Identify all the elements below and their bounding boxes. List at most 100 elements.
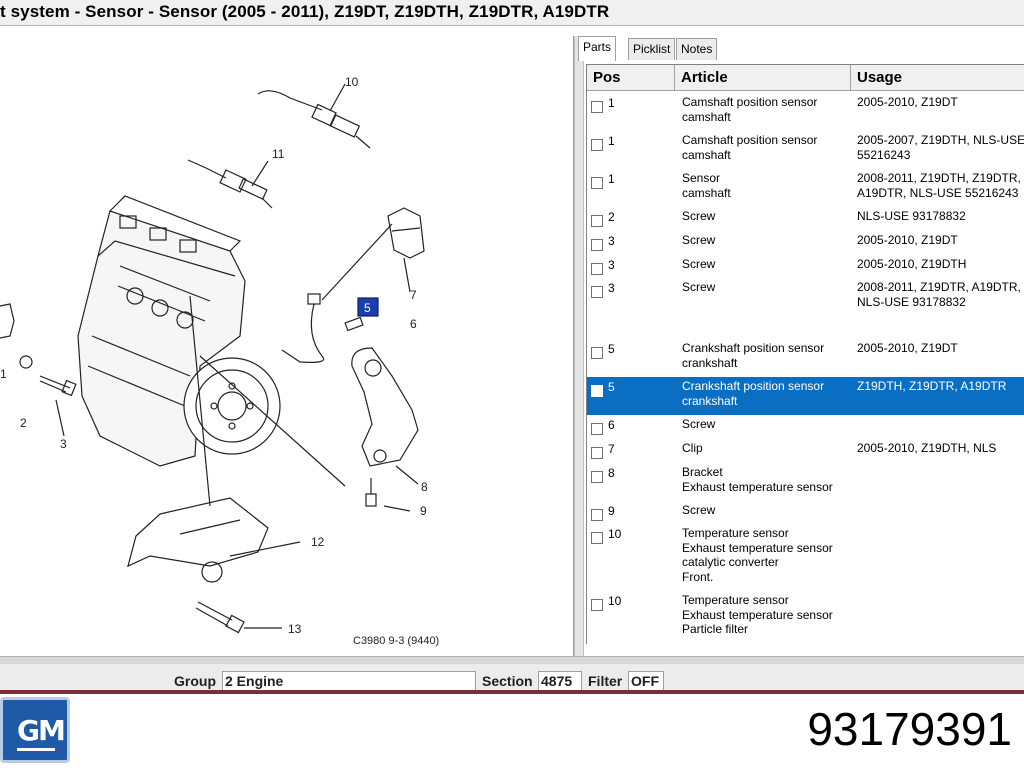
row-checkbox[interactable] [591,509,603,521]
row-article: Screw [682,257,716,271]
row-usage: NLS-USE 93178832 [857,209,966,223]
table-row[interactable]: 10 Temperature sensor Exhaust temperature… [587,591,1024,641]
row-article: Clip [682,441,703,455]
row-article: Screw [682,209,716,223]
callout-6[interactable]: 6 [410,317,417,331]
row-pos: 1 [608,134,615,148]
tab-parts[interactable]: Parts [578,36,617,61]
table-row[interactable]: 3 Screw 2005-2010, Z19DT [587,231,1024,255]
engine-diagram-drawing: 10 11 7 5 6 1 2 3 8 9 12 13 C3980 9-3 (9… [0,75,439,647]
panel-splitter[interactable] [574,36,584,656]
tab-notes[interactable]: Notes [676,38,718,60]
table-row[interactable]: 10 Temperature sensor Exhaust temperature… [587,524,1024,591]
row-article: Screw [682,503,716,517]
column-header-usage[interactable]: Usage [851,65,1024,91]
callout-10[interactable]: 10 [345,75,359,89]
table-row[interactable]: 1 Camshaft position sensor camshaft 2005-2… [587,93,1024,131]
diagram-caption: C3980 9-3 (9440) [353,635,439,647]
row-article: Crankshaft position sensor crankshaft [682,379,825,408]
callout-2[interactable]: 2 [20,416,27,430]
row-pos: 1 [608,96,615,110]
callout-7[interactable]: 7 [410,288,417,302]
filter-label: Filter [588,673,623,689]
row-article: Screw [682,280,716,294]
row-pos: 5 [608,380,615,394]
row-article: Bracket Exhaust temperature sensor [682,465,833,494]
callout-9[interactable]: 9 [420,504,427,518]
section-field[interactable]: 4875 [538,671,582,691]
column-header-pos[interactable]: Pos [587,65,675,91]
row-checkbox[interactable] [591,263,603,275]
table-row[interactable]: 5 Crankshaft position sensor crankshaft 20… [587,339,1024,377]
row-checkbox[interactable] [591,423,603,435]
row-checkbox[interactable] [591,599,603,611]
row-checkbox[interactable] [591,286,603,298]
callout-13[interactable]: 13 [288,622,302,636]
group-label: Group [174,673,216,689]
row-usage: 2005-2010, Z19DTH, NLS [857,441,997,455]
row-checkbox[interactable] [591,447,603,459]
callout-11[interactable]: 11 [272,147,285,161]
row-pos: 3 [608,258,615,272]
tab-picklist[interactable]: Picklist [628,38,676,60]
row-pos: 9 [608,504,615,518]
row-pos: 3 [608,234,615,248]
row-pos: 1 [608,172,615,186]
row-article: Screw [682,417,716,431]
footer: GM 93179391 [0,694,1024,768]
column-header-article[interactable]: Article [675,65,851,91]
row-usage: 2005-2010, Z19DTH [857,257,967,271]
row-checkbox[interactable] [591,139,603,151]
section-label: Section [482,673,533,689]
group-field[interactable]: 2 Engine [222,671,476,691]
row-checkbox[interactable] [591,177,603,189]
row-pos: 2 [608,210,615,224]
row-article: Camshaft position sensor camshaft [682,95,818,124]
row-checkbox[interactable] [591,385,603,397]
table-row[interactable]: 1 Camshaft position sensor camshaft 2005-2… [587,131,1024,169]
row-checkbox[interactable] [591,347,603,359]
row-checkbox[interactable] [591,239,603,251]
table-row[interactable]: 8 Bracket Exhaust temperature sensor [587,463,1024,501]
table-row[interactable]: 7 Clip 2005-2010, Z19DTH, NLS [587,439,1024,463]
callout-12[interactable]: 12 [311,535,325,549]
row-pos: 8 [608,466,615,480]
row-checkbox[interactable] [591,215,603,227]
row-article: Sensor camshaft [682,171,731,200]
callout-5[interactable]: 5 [364,301,371,315]
row-pos: 10 [608,527,622,541]
table-row[interactable]: 3 Screw 2005-2010, Z19DTH [587,255,1024,278]
callout-8[interactable]: 8 [421,480,428,494]
row-usage: 2005-2007, Z19DTH, NLS-USE 55216243 [857,133,1024,162]
exploded-diagram[interactable]: 10 11 7 5 6 1 2 3 8 9 12 13 C3980 9-3 (9… [0,36,574,656]
window-titlebar: t system - Sensor - Sensor (2005 - 2011)… [0,0,1024,26]
table-row[interactable]: 9 Screw [587,501,1024,524]
row-pos: 10 [608,594,622,608]
row-usage: 2008-2011, Z19DTR, A19DTR, NLS-USE 93178… [857,280,1021,309]
row-usage: Z19DTH, Z19DTR, A19DTR [857,379,1007,393]
row-pos: 3 [608,281,615,295]
flywheel-shape [183,357,281,455]
horizontal-scrollbar[interactable] [0,656,1024,664]
row-usage: 2008-2011, Z19DTH, Z19DTR, A19DTR, NLS-U… [857,171,1021,200]
row-pos: 7 [608,442,615,456]
part-number: 93179391 [807,703,1012,755]
row-pos: 5 [608,342,615,356]
row-checkbox[interactable] [591,532,603,544]
filter-field[interactable]: OFF [628,671,664,691]
row-usage: 2005-2010, Z19DT [857,95,958,109]
table-row[interactable]: 5 Crankshaft position sensor crankshaft Z1… [587,377,1024,415]
table-row[interactable]: 2 Screw NLS-USE 93178832 [587,207,1024,231]
row-usage: 2005-2010, Z19DT [857,233,958,247]
row-checkbox[interactable] [591,101,603,113]
gm-logo-text: GM [17,714,66,747]
table-row[interactable]: 1 Sensor camshaft 2008-2011, Z19DTH, Z19DT… [587,169,1024,207]
callout-1[interactable]: 1 [0,367,7,381]
row-article: Crankshaft position sensor crankshaft [682,341,825,370]
gm-logo: GM [0,697,70,763]
callout-3[interactable]: 3 [60,437,67,451]
row-checkbox[interactable] [591,471,603,483]
row-usage: 2005-2010, Z19DT [857,341,958,355]
table-row[interactable]: 6 Screw [587,415,1024,439]
table-row[interactable]: 3 Screw 2008-2011, Z19DTR, A19DTR, NLS-USE… [587,278,1024,339]
